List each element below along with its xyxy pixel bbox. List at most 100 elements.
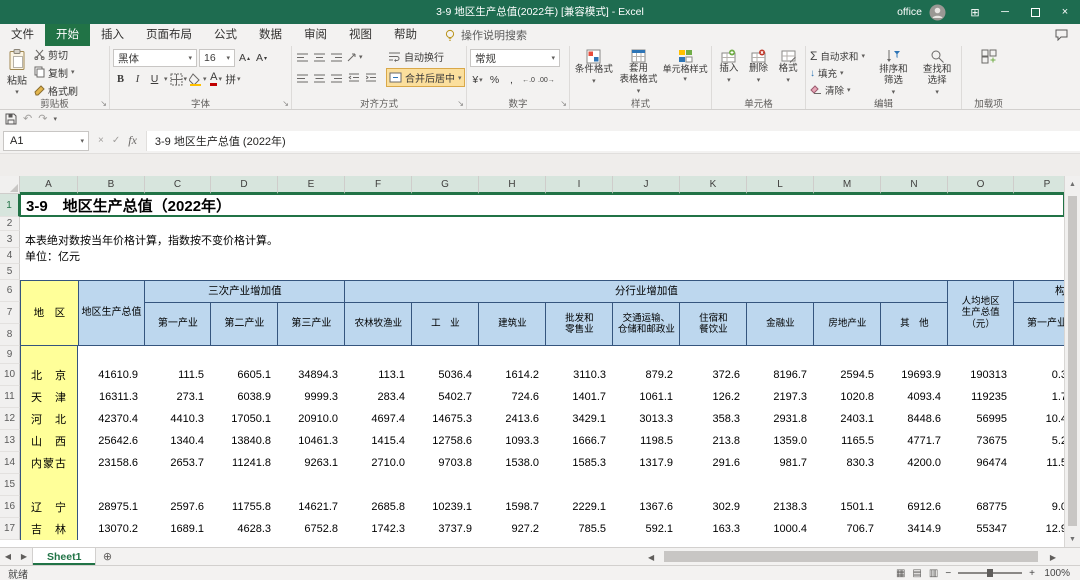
column-subheader[interactable]: 其 他 [881,303,949,346]
redo-button[interactable]: ↷ [38,113,47,125]
insert-cells-button[interactable]: 插入 ▾ [714,48,744,96]
value-cell[interactable]: 2685.8 [345,496,412,518]
value-cell[interactable]: 1198.5 [613,430,680,452]
horizontal-scrollbar-thumb[interactable] [664,551,1038,562]
ribbon-display-options-button[interactable]: ⊞ [960,0,990,24]
value-cell[interactable]: 68775 [948,496,1014,518]
cell[interactable] [20,217,1080,231]
column-subheader[interactable]: 金融业 [747,303,815,346]
value-cell[interactable]: 2710.0 [345,452,412,474]
value-cell[interactable]: 3737.9 [412,518,479,540]
borders-button[interactable]: ▾ [170,71,187,87]
row-header-12[interactable]: 12 [0,408,20,430]
value-cell[interactable]: 20910.0 [278,408,345,430]
note-cell[interactable]: 本表绝对数按当年价格计算，指数按不变价格计算。 [20,231,1080,248]
region-cell[interactable]: 天 津 [20,386,78,408]
value-cell[interactable]: 291.6 [680,452,747,474]
column-header-G[interactable]: G [412,176,479,194]
formula-input[interactable]: 3-9 地区生产总值 (2022年) [145,130,1080,151]
ribbon-tab-data[interactable]: 数据 [248,24,293,46]
value-cell[interactable]: 1689.1 [145,518,211,540]
value-cell[interactable]: 11755.8 [211,496,278,518]
value-cell[interactable]: 56995 [948,408,1014,430]
column-subheader[interactable]: 第三产业 [278,303,346,346]
name-box[interactable]: A1 ▾ [3,130,89,151]
find-select-button[interactable]: 查找和 选择 ▾ [915,48,959,96]
value-cell[interactable]: 10239.1 [412,496,479,518]
value-cell[interactable]: 23158.6 [78,452,145,474]
row-header-3[interactable]: 3 [0,231,20,248]
autosum-button[interactable]: Σ 自动求和 ▾ [808,48,872,64]
value-cell[interactable]: 3110.3 [546,364,613,386]
addins-button[interactable] [967,48,1011,96]
value-cell[interactable]: 19693.9 [881,364,948,386]
value-cell[interactable]: 73675 [948,430,1014,452]
value-cell[interactable]: 4697.4 [345,408,412,430]
align-center-button[interactable] [312,70,327,86]
value-cell[interactable]: 2597.6 [145,496,211,518]
region-cell[interactable]: 吉 林 [20,518,78,540]
conditional-formatting-button[interactable]: 条件格式 ▾ [572,48,616,96]
column-header-N[interactable]: N [881,176,948,194]
format-as-table-button[interactable]: 套用 表格格式 ▾ [616,48,662,96]
value-cell[interactable]: 6605.1 [211,364,278,386]
cell-styles-button[interactable]: 单元格样式 ▾ [661,48,709,96]
value-cell[interactable]: 724.6 [479,386,546,408]
maximize-button[interactable] [1020,0,1050,24]
minimize-button[interactable]: ─ [990,0,1020,24]
new-sheet-button[interactable]: ⊕ [96,550,118,563]
zoom-slider-thumb[interactable] [987,569,994,577]
value-cell[interactable]: 119235 [948,386,1014,408]
value-cell[interactable]: 1415.4 [345,430,412,452]
orientation-button[interactable]: ▾ [346,49,363,65]
vertical-scrollbar[interactable]: ▲ ▼ [1064,176,1080,547]
column-header-A[interactable]: A [20,176,78,194]
value-cell[interactable]: 1000.4 [747,518,814,540]
value-cell[interactable]: 2931.8 [747,408,814,430]
cancel-entry-button[interactable]: × [98,135,104,146]
unit-cell[interactable]: 单位：亿元 [20,248,1080,264]
increase-decimal-button[interactable]: ←.0 [521,72,536,88]
value-cell[interactable]: 1666.7 [546,430,613,452]
hscroll-left-icon[interactable]: ◀ [648,553,654,562]
underline-button[interactable]: U [147,71,162,87]
value-cell[interactable]: 8196.7 [747,364,814,386]
column-header-B[interactable]: B [78,176,145,194]
value-cell[interactable]: 1742.3 [345,518,412,540]
value-cell[interactable]: 10461.3 [278,430,345,452]
column-header-C[interactable]: C [145,176,211,194]
value-cell[interactable]: 1598.7 [479,496,546,518]
value-cell[interactable]: 372.6 [680,364,747,386]
column-subheader[interactable]: 房地产业 [814,303,882,346]
sheet-nav-left-icon[interactable]: ◀ [0,552,16,561]
row-header-17[interactable]: 17 [0,518,20,540]
dialog-launcher-icon[interactable]: ↘ [560,100,567,108]
column-header-E[interactable]: E [278,176,345,194]
column-subheader[interactable]: 第二产业 [211,303,279,346]
value-cell[interactable]: 13070.2 [78,518,145,540]
row-header-8[interactable]: 8 [0,324,20,346]
value-cell[interactable]: 706.7 [814,518,881,540]
value-cell[interactable]: 3013.3 [613,408,680,430]
number-format-select[interactable]: 常规 ▾ [470,49,560,67]
ribbon-tab-help[interactable]: 帮助 [383,24,428,46]
value-cell[interactable]: 55347 [948,518,1014,540]
value-cell[interactable]: 14621.7 [278,496,345,518]
zoom-level[interactable]: 100% [1042,568,1070,579]
value-cell[interactable]: 5036.4 [412,364,479,386]
column-subheader[interactable]: 住宿和 餐饮业 [680,303,748,346]
value-cell[interactable]: 25642.6 [78,430,145,452]
align-top-button[interactable] [295,49,310,65]
value-cell[interactable]: 1614.2 [479,364,546,386]
close-button[interactable]: × [1050,0,1080,24]
increase-indent-button[interactable] [363,70,378,86]
ribbon-tab-formulas[interactable]: 公式 [203,24,248,46]
scroll-up-icon[interactable]: ▲ [1065,176,1080,192]
column-header-K[interactable]: K [680,176,747,194]
column-header-M[interactable]: M [814,176,881,194]
column-subheader[interactable]: 批发和 零售业 [546,303,614,346]
account-avatar[interactable] [929,4,946,21]
align-bottom-button[interactable] [329,49,344,65]
row-header-1[interactable]: 1 [0,194,20,217]
hscroll-right-icon[interactable]: ▶ [1050,553,1056,562]
